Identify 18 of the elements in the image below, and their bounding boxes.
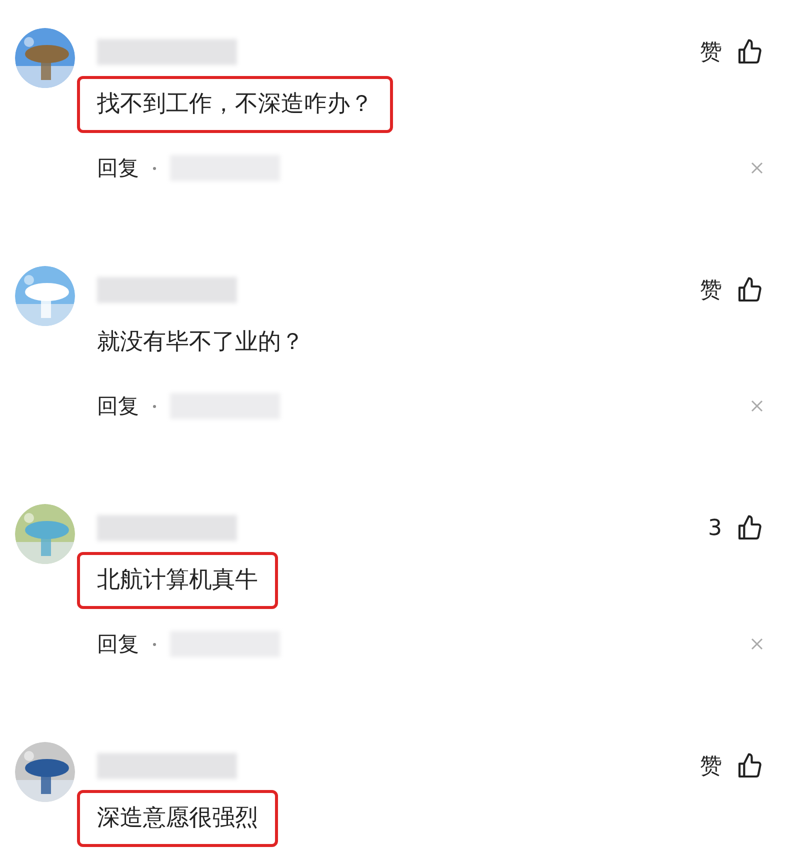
reply-button[interactable]: 回复 bbox=[97, 628, 139, 660]
comment-text: 北航计算机真牛 bbox=[77, 552, 278, 608]
comment-text: 找不到工作，不深造咋办？ bbox=[77, 76, 393, 132]
reply-button[interactable]: 回复 bbox=[97, 390, 139, 422]
comment-text: 深造意愿很强烈 bbox=[77, 790, 278, 846]
thumbs-up-icon bbox=[736, 38, 764, 66]
reply-button[interactable]: 回复 bbox=[97, 152, 139, 184]
thumbs-up-icon bbox=[736, 752, 764, 780]
close-icon[interactable] bbox=[750, 399, 764, 414]
close-icon[interactable] bbox=[750, 161, 764, 176]
thumbs-up-icon bbox=[736, 276, 764, 304]
close-icon[interactable] bbox=[750, 637, 764, 652]
like-button[interactable]: 赞 bbox=[700, 36, 764, 68]
comment-text: 就没有毕不了业的？ bbox=[96, 328, 305, 357]
thumbs-up-icon bbox=[736, 514, 764, 542]
like-button[interactable]: 3 bbox=[708, 512, 764, 544]
like-button[interactable]: 赞 bbox=[700, 750, 764, 782]
like-button[interactable]: 赞 bbox=[700, 274, 764, 306]
